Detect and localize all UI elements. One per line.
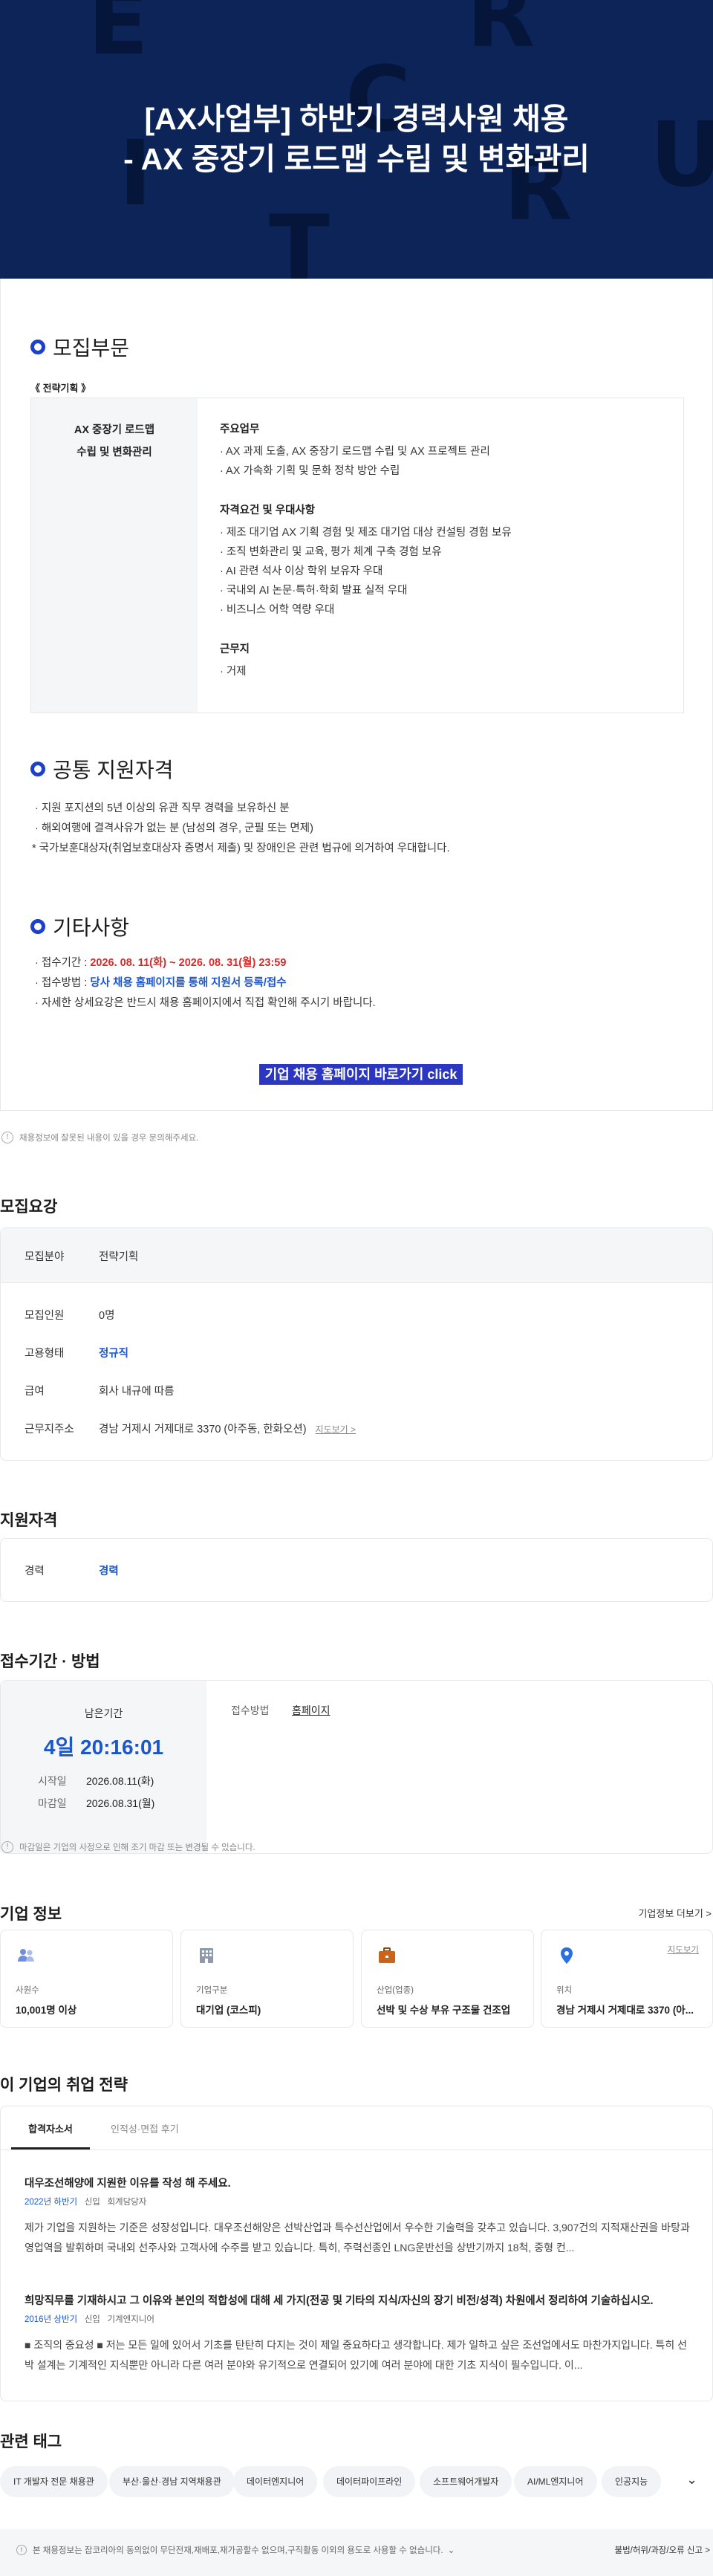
summary-title: 모집요강 bbox=[0, 1198, 58, 1216]
footer: ! 본 채용정보는 잡코리아의 동의없이 무단전재,재배포,재가공할수 없으며,… bbox=[0, 2529, 713, 2576]
deadline-notice: ! 마감일은 기업의 사정으로 인해 조기 마감 또는 변경될 수 있습니다. bbox=[1, 1841, 255, 1853]
strategy-title: 이 기업의 취업 전략 bbox=[0, 2077, 128, 2094]
banner-letter-t: T bbox=[269, 197, 330, 279]
job-detail-poster: 모집부문 《 전략기획 》 AX 중장기 로드맵 수립 및 변화관리 주요업무 … bbox=[0, 279, 713, 1111]
essay-meta: 2016년 상반기 신입 기계엔지니어 bbox=[25, 2315, 154, 2324]
summary-row: 모집인원 0명 bbox=[25, 1310, 115, 1322]
job-banner: E R C U I R T [AX사업부] 하반기 경력사원 채용 - AX 중… bbox=[0, 0, 713, 279]
banner-letter-e: E bbox=[88, 0, 149, 75]
job-name-cell: AX 중장기 로드맵 수립 및 변화관리 bbox=[31, 398, 198, 713]
duty-item: · AX 가속화 기획 및 문화 정착 방안 수립 bbox=[220, 465, 400, 477]
company-more-link[interactable]: 기업정보 더보기 > bbox=[638, 1906, 712, 1920]
qualification-heading: 자격요건 및 우대사항 bbox=[220, 505, 316, 516]
company-card-location: 지도보기 위치 경남 거제시 거제대로 3370 (아... bbox=[541, 1930, 713, 2028]
copyright-notice: 본 채용정보는 잡코리아의 동의없이 무단전재,재배포,재가공할수 없으며,구직… bbox=[33, 2546, 443, 2555]
banner-title-line1: [AX사업부] 하반기 경력사원 채용 bbox=[144, 102, 569, 136]
period-line: · 접수기간 : 2026. 08. 11(화) ~ 2026. 08. 31(… bbox=[35, 957, 287, 969]
company-card-industry: 산업(업종) 선박 및 수상 부유 구조물 건조업 bbox=[361, 1930, 534, 2028]
qualification-item: · AI 관련 석사 이상 학위 보유자 우대 bbox=[220, 565, 383, 577]
location-pin-icon bbox=[561, 1947, 573, 1964]
detail-note: · 자세한 상세요강은 반드시 채용 홈페이지에서 직접 확인해 주시기 바랍니… bbox=[35, 997, 376, 1009]
common-list: · 지원 포지션의 5년 이상의 유관 직무 경력을 보유하신 분 · 해외여행… bbox=[32, 799, 450, 859]
chevron-down-icon[interactable]: ⌄ bbox=[448, 2545, 455, 2555]
job-detail-cell: 주요업무 · AX 과제 도출, AX 중장기 로드맵 수립 및 AX 프로젝트… bbox=[220, 421, 665, 681]
location-heading: 근무지 bbox=[220, 643, 250, 655]
qualification-item: · 조직 변화관리 및 교육, 평가 체계 구축 경험 보유 bbox=[220, 546, 442, 558]
qualification-item: · 국내외 AI 논문·특허·학회 발표 실적 우대 bbox=[220, 585, 408, 597]
map-link[interactable]: 지도보기 > bbox=[316, 1424, 356, 1435]
remaining-time-panel: 남은기간 4일 20:16:01 시작일 2026.08.11(화) 마감일 2… bbox=[1, 1681, 206, 1853]
qualification-item: · 비즈니스 어학 역량 우대 bbox=[220, 604, 335, 616]
company-title: 기업 정보 bbox=[0, 1906, 62, 1923]
essay-question[interactable]: 희망직무를 기재하시고 그 이유와 본인의 적합성에 대해 세 가지(전공 및 … bbox=[25, 2292, 693, 2308]
essay-body: ■ 조직의 중요성 ■ 저는 모든 일에 있어서 기초를 탄탄히 다지는 것이 … bbox=[25, 2339, 688, 2371]
essay-meta: 2022년 하반기 신입 회계담당자 bbox=[25, 2198, 147, 2207]
bullet-circle-icon bbox=[30, 340, 45, 354]
field-row: 모집분야 전략기획 bbox=[25, 1251, 139, 1263]
tag-item[interactable]: 인공지능 bbox=[602, 2466, 662, 2497]
report-notice: ! 채용정보에 잘못된 내용이 있을 경우 문의해주세요. bbox=[1, 1132, 198, 1143]
essay-question[interactable]: 대우조선해양에 지원한 이유를 작성 해 주세요. bbox=[25, 2175, 231, 2190]
info-icon: ! bbox=[16, 2545, 27, 2555]
qualification-title: 지원자격 bbox=[0, 1512, 58, 1529]
info-icon: ! bbox=[1, 1132, 13, 1143]
etc-list: · 접수기간 : 2026. 08. 11(화) ~ 2026. 08. 31(… bbox=[35, 953, 376, 1013]
location-map-link[interactable]: 지도보기 bbox=[668, 1944, 699, 1956]
building-icon bbox=[200, 1948, 213, 1963]
summary-card: 모집분야 전략기획 모집인원 0명 고용형태 정규직 급여 회사 내규에 따름 근무지주… bbox=[0, 1227, 713, 1461]
qualification-card: 경력 경력 bbox=[0, 1538, 713, 1602]
bullet-circle-icon bbox=[30, 919, 45, 934]
essay-body: 제가 기업을 지원하는 기준은 성장성입니다. 대우조선해양은 선박산업과 특수… bbox=[25, 2222, 690, 2254]
bullet-circle-icon bbox=[30, 762, 45, 776]
people-icon bbox=[18, 1949, 34, 1962]
team-tag: 《 전략기획 》 bbox=[30, 383, 91, 394]
qualification-row: 경력 경력 bbox=[25, 1566, 119, 1577]
tag-item[interactable]: 데이터엔지니어 bbox=[233, 2466, 318, 2497]
company-card-employees: 사원수 10,001명 이상 bbox=[0, 1930, 173, 2028]
info-icon: ! bbox=[1, 1841, 13, 1853]
tag-item[interactable]: 데이터파이프라인 bbox=[323, 2466, 416, 2497]
common-item: · 해외여행에 결격사유가 없는 분 (남성의 경우, 군필 또는 면제) bbox=[35, 823, 313, 834]
summary-row: 근무지주소 경남 거제시 거제대로 3370 (아주동, 한화오션) 지도보기 > bbox=[25, 1424, 356, 1435]
apply-card: 남은기간 4일 20:16:01 시작일 2026.08.11(화) 마감일 2… bbox=[0, 1680, 713, 1854]
duty-item: · AX 과제 도출, AX 중장기 로드맵 수립 및 AX 프로젝트 관리 bbox=[220, 446, 490, 458]
chevron-down-icon[interactable]: ⌄ bbox=[686, 2472, 697, 2488]
summary-row: 고용형태 정규직 bbox=[25, 1348, 129, 1360]
common-item: · 지원 포지션의 5년 이상의 유관 직무 경력을 보유하신 분 bbox=[35, 802, 290, 814]
active-tab-indicator bbox=[11, 2147, 90, 2150]
banner-letter-r: R bbox=[466, 0, 535, 68]
tab-interview-review[interactable]: 인적성·면접 후기 bbox=[111, 2121, 179, 2135]
strategy-card: 합격자소서 인적성·면접 후기 대우조선해양에 지원한 이유를 작성 해 주세요… bbox=[0, 2106, 713, 2401]
method-value: 당사 채용 홈페이지를 통해 지원서 등록/접수 bbox=[90, 977, 287, 989]
method-line: · 접수방법 : 당사 채용 홈페이지를 통해 지원서 등록/접수 bbox=[35, 977, 287, 989]
tags-title: 관련 태그 bbox=[0, 2433, 62, 2450]
tag-item[interactable]: AI/ML엔지니어 bbox=[514, 2466, 597, 2497]
end-date: 2026.08.31(월) bbox=[86, 1797, 155, 1809]
tag-item[interactable]: 부산·울산·경남 지역채용관 bbox=[109, 2466, 235, 2497]
countdown: 4일 20:16:01 bbox=[43, 1736, 164, 1759]
start-date: 2026.08.11(화) bbox=[86, 1775, 154, 1787]
section-etc-heading: 기타사항 bbox=[30, 912, 129, 941]
summary-row: 급여 회사 내규에 따름 bbox=[25, 1386, 175, 1398]
qualification-item: · 제조 대기업 AX 기획 경험 및 제조 대기업 대상 컨설팅 경험 보유 bbox=[220, 527, 512, 539]
briefcase-icon bbox=[379, 1947, 395, 1963]
location-item: · 거제 bbox=[220, 666, 247, 678]
banner-title-line2: - AX 중장기 로드맵 수립 및 변화관리 bbox=[123, 142, 590, 176]
company-card-type: 기업구분 대기업 (코스피) bbox=[180, 1930, 354, 2028]
section-recruit-heading: 모집부문 bbox=[30, 332, 129, 362]
common-item: * 국가보훈대상자(취업보호대상자 증명서 제출) 및 장애인은 관련 법규에 … bbox=[32, 843, 450, 854]
tab-cover-letter[interactable]: 합격자소서 bbox=[11, 2121, 90, 2135]
apply-homepage-link[interactable]: 홈페이지 bbox=[292, 1703, 331, 1718]
company-homepage-button[interactable]: 기업 채용 홈페이지 바로가기 click bbox=[259, 1064, 463, 1085]
section-common-heading: 공통 지원자격 bbox=[30, 754, 173, 784]
job-table: AX 중장기 로드맵 수립 및 변화관리 주요업무 · AX 과제 도출, AX… bbox=[30, 398, 684, 713]
tag-item[interactable]: 소프트웨어개발자 bbox=[420, 2466, 512, 2497]
duties-heading: 주요업무 bbox=[220, 424, 260, 435]
report-error-link[interactable]: 불법/허위/과장/오류 신고 > bbox=[615, 2544, 711, 2556]
apply-title: 접수기간 · 방법 bbox=[0, 1653, 100, 1670]
period-value: 2026. 08. 11(화) ~ 2026. 08. 31(월) 23:59 bbox=[90, 957, 287, 969]
tag-item[interactable]: IT 개발자 전문 채용관 bbox=[0, 2466, 108, 2497]
